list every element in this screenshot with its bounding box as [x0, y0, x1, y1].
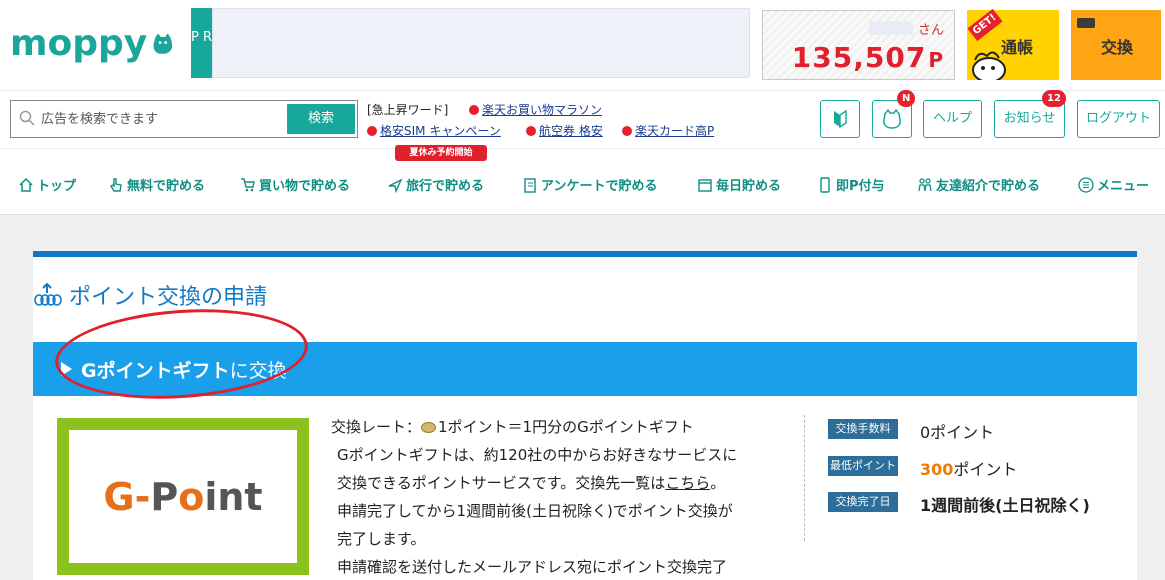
description-line: 申請確認を送付したメールアドレス宛にポイント交換完了	[337, 558, 728, 576]
pr-label: P R	[191, 8, 212, 78]
new-badge: N	[897, 90, 916, 107]
red-dot-icon	[469, 105, 479, 115]
summer-campaign-badge: 夏休み予約開始	[395, 145, 487, 161]
trending-keywords-title: [急上昇ワード]	[367, 103, 449, 117]
logout-button[interactable]: ログアウト	[1077, 100, 1160, 138]
fee-label: 交換手数料	[828, 419, 898, 439]
beginner-button[interactable]	[820, 100, 860, 138]
passbook-label: 通帳	[1001, 38, 1034, 57]
clipboard-icon	[524, 177, 536, 193]
page-title-text: ポイント交換の申請	[69, 285, 268, 310]
username-masked	[869, 21, 913, 35]
trending-keyword-link[interactable]: 航空券 格安	[526, 122, 603, 139]
points-unit: P	[928, 48, 944, 72]
calendar-icon	[698, 178, 712, 192]
passbook-button[interactable]: GET! 通帳	[967, 8, 1059, 80]
nav-item-travel[interactable]: 旅行で貯める	[387, 175, 484, 194]
divider	[804, 415, 805, 541]
search-button[interactable]: 検索	[287, 104, 355, 134]
description-line: 完了します。	[337, 530, 426, 548]
nav-item-instant-points[interactable]: 即P付与	[817, 175, 885, 194]
beginner-mark-icon	[834, 109, 847, 129]
friends-icon	[918, 177, 932, 191]
coin-upload-icon	[34, 283, 62, 306]
pr-ad-banner[interactable]	[212, 8, 750, 78]
notice-count-badge: 12	[1042, 90, 1066, 107]
nav-item-daily[interactable]: 毎日貯める	[697, 175, 781, 194]
nav-item-shopping[interactable]: 買い物で貯める	[240, 175, 350, 194]
points-display[interactable]: さん 135,507 P	[762, 10, 955, 80]
main-nav: 夏休み予約開始 トップ 無料で貯める 買い物で貯める 旅行で貯める アンケートで…	[0, 145, 1165, 215]
mascot-icon	[153, 33, 173, 54]
phone-icon	[820, 176, 830, 193]
nav-item-top[interactable]: トップ	[18, 175, 76, 194]
mascot-outline-icon	[883, 108, 901, 129]
page-title: ポイント交換の申請	[33, 279, 267, 311]
cart-icon	[241, 177, 255, 191]
red-dot-icon	[526, 126, 536, 136]
site-header: moppy P R さん 135,507 P GET! 通帳 交換	[0, 0, 1165, 90]
help-button[interactable]: ヘルプ	[923, 100, 982, 138]
nav-item-free[interactable]: 無料で貯める	[108, 175, 205, 194]
get-ribbon: GET!	[967, 8, 1003, 42]
gpoint-logo-text: G-Point	[103, 474, 263, 519]
completion-label: 交換完了日	[828, 492, 898, 512]
points-value: 135,507 P	[791, 41, 944, 74]
search-icon	[19, 110, 35, 126]
hand-pointer-icon	[110, 177, 122, 192]
red-dot-icon	[622, 126, 632, 136]
trending-keyword-link[interactable]: 楽天お買い物マラソン	[469, 101, 602, 118]
completion-value: 1週間前後(土日祝除く)	[920, 496, 1090, 515]
airplane-icon	[388, 177, 403, 193]
exchange-list-link[interactable]: こちら	[665, 474, 710, 492]
gpoint-logo: G-Point	[57, 418, 309, 575]
logo-text: moppy	[10, 23, 148, 64]
trending-keyword-link[interactable]: 格安SIM キャンペーン	[367, 122, 501, 139]
moppy-logo[interactable]: moppy	[10, 22, 175, 66]
search-box: 検索	[10, 100, 358, 138]
exchange-label: 交換	[1101, 38, 1134, 57]
min-points-label: 最低ポイント	[828, 456, 898, 476]
description-line: 交換できるポイントサービスです。交換先一覧はこちら。	[337, 474, 726, 492]
nav-item-survey[interactable]: アンケートで貯める	[522, 175, 657, 194]
description-line: Gポイントギフトは、約120社の中からお好きなサービスに	[337, 446, 738, 464]
user-suffix: さん	[917, 23, 944, 38]
nav-item-referral[interactable]: 友達紹介で貯める	[917, 175, 1040, 194]
search-input[interactable]	[41, 109, 281, 129]
menu-icon	[1078, 176, 1094, 193]
trending-keyword-link[interactable]: 楽天カード高P	[622, 122, 714, 139]
red-dot-icon	[367, 126, 377, 136]
min-points-value: 300ポイント	[920, 460, 1018, 479]
search-row: 検索 [急上昇ワード] 楽天お買い物マラソン 格安SIM キャンペーン 航空券 …	[0, 90, 1165, 148]
nav-item-menu[interactable]: メニュー	[1078, 175, 1149, 194]
exchange-description: 交換レート： 1ポイント＝1円分のGポイントギフト Gポイントギフトは、約120社…	[331, 413, 801, 580]
exchange-panel: ポイント交換の申請 Gポイントギフトに交換 G-Point 交換レート： 1ポイン…	[33, 251, 1137, 580]
exchange-icon	[1077, 18, 1095, 28]
home-icon	[19, 177, 33, 192]
fee-value: 0ポイント	[920, 423, 995, 442]
coin-icon	[421, 422, 437, 433]
exchange-button[interactable]: 交換	[1071, 10, 1161, 80]
exchange-rate: 交換レート： 1ポイント＝1円分のGポイントギフト	[331, 418, 694, 436]
description-line: 申請完了してから1週間前後(土日祝除く)でポイント交換が	[337, 502, 733, 520]
